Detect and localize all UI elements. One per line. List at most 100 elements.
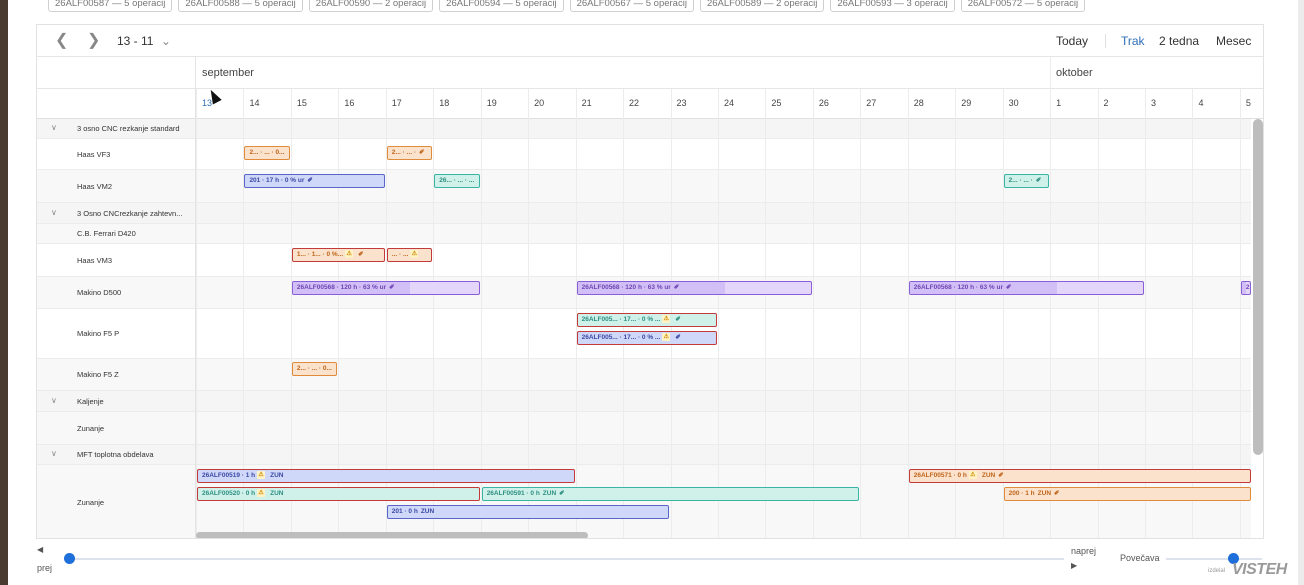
pin-icon: ✐	[675, 316, 681, 323]
toolbar-divider	[1105, 34, 1106, 48]
event-tag: ZUN	[270, 490, 284, 497]
event-label: 201 · 17 h · 0 % ur	[249, 177, 305, 184]
resource-group-row: ∨ 3 Osno CNCrezkanje zahtevn...	[37, 203, 1251, 224]
schedule-event[interactable]: 26ALF00568 · 120 h · 63 % ur ✐	[576, 281, 812, 295]
order-chips: 26ALF00587 — 5 operacij 26ALF00588 — 5 op…	[48, 0, 1086, 14]
schedule-event[interactable]: 26ALF00591 · 0 h ZUN ✐	[481, 487, 860, 501]
chevron-left-icon[interactable]: ❮	[55, 25, 68, 57]
warning-icon: ⚠	[257, 489, 266, 498]
event-label: 26ALF00591 · 0 h	[486, 490, 540, 497]
schedule-event[interactable]: 26ALF005... · 17... · 0 % ... ⚠ ✐	[576, 313, 717, 327]
schedule-event[interactable]: 201 · 17 h · 0 % ur ✐	[244, 174, 385, 188]
month-label-oktober: oktober	[1056, 67, 1093, 79]
schedule-event[interactable]: 2... · ... · 0...	[244, 146, 290, 160]
schedule-event[interactable]: 26ALF00568 · 120 h · 63 % ur ✐	[291, 281, 480, 295]
day-label: 2	[1103, 98, 1109, 108]
next-label[interactable]: naprej	[1071, 546, 1096, 556]
resource-row: Haas VM2	[37, 170, 1251, 203]
schedule-event[interactable]: ... · ... ⚠	[386, 248, 433, 262]
caret-right-icon[interactable]: ▶	[1071, 561, 1077, 570]
resource-row: C.B. Ferrari D420	[37, 224, 1251, 244]
schedule-event[interactable]: 2... · ... · ✐	[1003, 174, 1050, 188]
pin-icon: ✐	[358, 251, 364, 258]
resource-row: Haas VM3	[37, 244, 1251, 277]
order-chip[interactable]: 26ALF00594 — 5 operacij	[439, 0, 564, 12]
order-chip[interactable]: 26ALF00589 — 2 operacij	[699, 0, 825, 12]
pin-icon: ✐	[675, 334, 681, 341]
view-trak-button[interactable]: Trak	[1121, 25, 1145, 57]
view-2-tedna-button[interactable]: 2 tedna	[1159, 25, 1199, 57]
resource-column	[37, 57, 196, 538]
brand-credit: izdelal	[1208, 568, 1226, 574]
schedule-event[interactable]: 26ALF00520 · 0 h ⚠ ZUN	[197, 487, 480, 501]
view-mesec-button[interactable]: Mesec	[1216, 25, 1251, 57]
schedule-event[interactable]: 26ALF00571 · 0 h ⚠ ZUN ✐	[908, 469, 1251, 483]
visteh-logo: VISTEH	[1232, 561, 1287, 578]
day-gridline	[717, 89, 719, 538]
event-tag: ZUN	[270, 472, 284, 479]
event-label: 2... · ... · 0...	[249, 149, 285, 156]
schedule-event[interactable]: 2...	[1240, 281, 1251, 295]
order-chip[interactable]: 26ALF00567 — 5 operacij	[569, 0, 694, 12]
day-label: 16	[344, 98, 355, 108]
day-label: 15	[296, 98, 307, 108]
pin-icon: ✐	[1006, 284, 1012, 291]
zoom-slider-track[interactable]	[1166, 558, 1262, 560]
schedule-event[interactable]: 200 · 1 h ZUN ✐	[1003, 487, 1251, 501]
horizontal-scrollbar[interactable]	[196, 531, 1251, 538]
timeline-slider-handle[interactable]	[64, 553, 75, 564]
schedule-event[interactable]: 1... · 1... · 0 %... ⚠ ✐	[291, 248, 385, 262]
day-label: 28	[913, 98, 924, 108]
calendar-toolbar: ❮ ❯ 13 - 11 ⌄ Today Trak 2 tedna Mesec	[37, 25, 1263, 57]
pin-icon: ✐	[673, 284, 680, 291]
zoom-label: Povečava	[1120, 553, 1160, 563]
caret-left-icon[interactable]: ◀	[37, 545, 43, 554]
resource-group-row: ∨ 3 osno CNC rezkanje standard	[37, 119, 1251, 139]
day-label: 14	[249, 98, 260, 108]
schedule-event[interactable]: 26ALF00519 · 1 h ⚠ ZUN	[197, 469, 575, 483]
date-range-label: 13 - 11	[117, 34, 154, 48]
day-gridline	[765, 89, 767, 538]
order-chip[interactable]: 26ALF00587 — 5 operacij	[48, 0, 173, 12]
pin-icon: ✐	[1054, 490, 1060, 497]
event-label: 26ALF00571 · 0 h	[913, 472, 967, 479]
schedule-event[interactable]: 201 · 0 h ZUN	[386, 505, 670, 519]
schedule-event[interactable]: 26ALF005... · 17... · 0 % ... ⚠ ✐	[576, 331, 717, 345]
chevron-right-icon[interactable]: ❯	[87, 25, 100, 57]
schedule-event[interactable]: 26ALF00568 · 120 h · 63 % ur ✐	[908, 281, 1144, 295]
warning-icon: ⚠	[257, 471, 266, 480]
vertical-scrollbar-thumb[interactable]	[1253, 119, 1263, 455]
vertical-scrollbar[interactable]	[1251, 119, 1263, 538]
scheduler-calendar: ❮ ❯ 13 - 11 ⌄ Today Trak 2 tedna Mesec s…	[36, 24, 1264, 539]
event-label: 2... · ... · 0...	[296, 365, 332, 372]
today-button[interactable]: Today	[1056, 25, 1088, 57]
event-label: 26... · ... · ...	[439, 177, 475, 184]
window-left-edge	[0, 0, 8, 585]
schedule-event[interactable]: 2... · ... · ✐	[386, 146, 433, 160]
event-tag: ZUN	[1037, 490, 1052, 497]
event-label: 26ALF00568 · 120 h · 63 % ur	[913, 284, 1003, 291]
pin-icon: ✐	[998, 472, 1004, 479]
date-range-select[interactable]: 13 - 11 ⌄	[117, 25, 171, 57]
event-label: 26ALF00568 · 120 h · 63 % ur	[296, 284, 387, 291]
schedule-event[interactable]: 26... · ... · ...	[434, 174, 480, 188]
warning-icon: ⚠	[410, 250, 419, 259]
order-chip[interactable]: 26ALF00593 — 3 operacij	[830, 0, 955, 12]
day-gridline	[860, 89, 862, 538]
event-label: 26ALF00520 · 0 h	[202, 490, 256, 497]
event-label: 1... · 1... · 0 %...	[296, 251, 344, 258]
pin-icon: ✐	[1035, 177, 1042, 184]
schedule-event[interactable]: 2... · ... · 0...	[291, 362, 338, 376]
event-label: 26ALF00519 · 1 h	[202, 472, 256, 479]
order-chip[interactable]: 26ALF00590 — 2 operacij	[308, 0, 434, 12]
bottom-controls: ◀ prej naprej ▶ Povečava izdelal VISTEH	[0, 539, 1304, 585]
resource-row: Haas VF3	[37, 139, 1251, 170]
timeline-slider-track[interactable]	[68, 558, 1064, 560]
day-label: 3	[1151, 98, 1157, 108]
horizontal-scrollbar-thumb[interactable]	[196, 532, 588, 538]
order-chip[interactable]: 26ALF00572 — 5 operacij	[960, 0, 1086, 12]
prev-label[interactable]: prej	[37, 563, 52, 573]
day-label: 21	[581, 98, 592, 108]
order-chip[interactable]: 26ALF00588 — 5 operacij	[178, 0, 303, 12]
pin-icon: ✐	[559, 490, 565, 497]
